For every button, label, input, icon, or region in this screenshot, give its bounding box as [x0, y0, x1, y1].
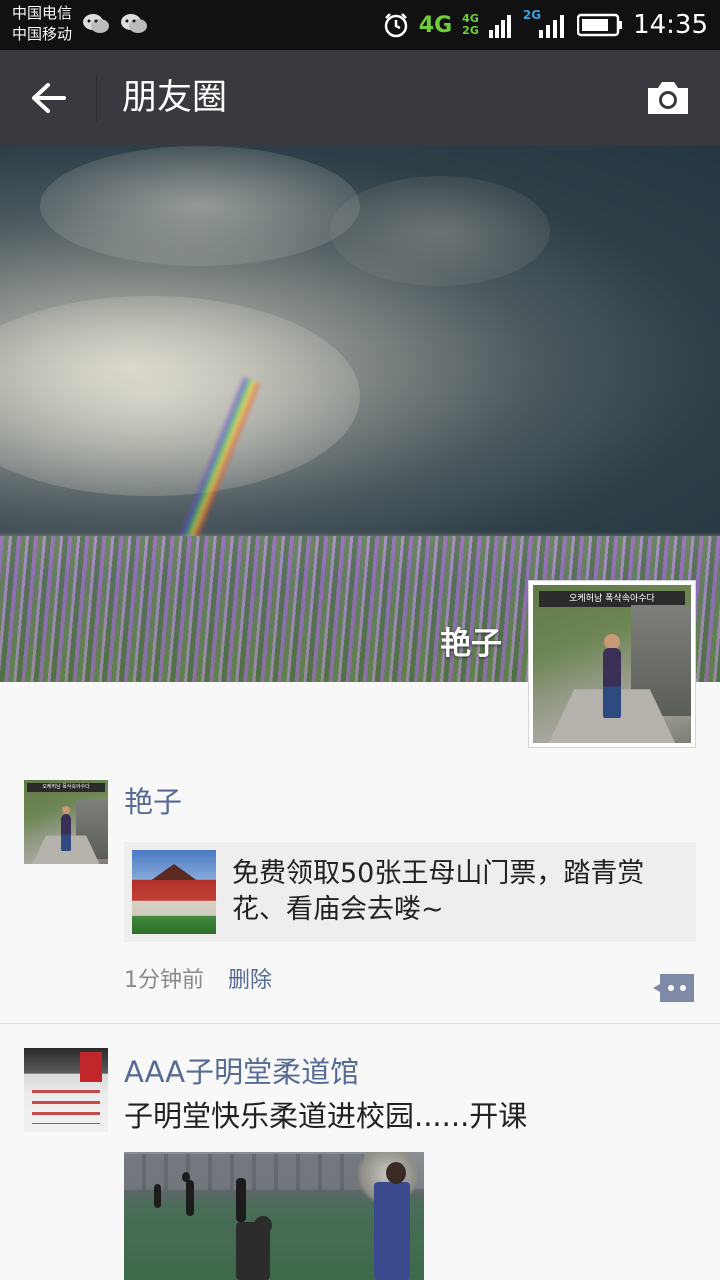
- profile-name[interactable]: 艳子: [440, 618, 502, 663]
- photo-person: [154, 1184, 161, 1208]
- photo-person-head: [182, 1172, 190, 1182]
- shared-link-card[interactable]: 免费领取50张王母山门票，踏青赏花、看庙会去喽~: [124, 842, 696, 942]
- temple-roof: [151, 864, 197, 880]
- alarm-icon: [384, 13, 408, 38]
- notification-icons: [82, 12, 148, 36]
- status-right: 4G 4G 2G 2G 14:35: [383, 6, 708, 44]
- post-photo[interactable]: [124, 1152, 424, 1280]
- carrier-2: 中国移动: [12, 25, 73, 43]
- clock: 14:35: [633, 10, 708, 40]
- photo-person-head: [254, 1216, 272, 1234]
- signal-icon: [488, 15, 511, 38]
- photo-person-head: [386, 1162, 406, 1184]
- network-dual: 4G 2G: [462, 13, 479, 37]
- post-separator: [0, 1023, 720, 1024]
- carrier-info: 中国电信 中国移动: [12, 3, 72, 45]
- avatar-person: [60, 813, 72, 851]
- avatar-text-lines: [32, 1090, 100, 1124]
- signal-icon: [539, 15, 565, 38]
- photo-person: [186, 1180, 194, 1216]
- post-text: 子明堂快乐柔道进校园......开课: [124, 1099, 528, 1133]
- carrier-1: 中国电信: [12, 4, 73, 22]
- network-2g-small: 2G: [462, 24, 479, 37]
- camera-icon: [648, 82, 688, 114]
- battery-icon: [577, 13, 623, 37]
- avatar-red-block: [80, 1052, 102, 1082]
- shared-link-thumbnail: [132, 850, 216, 934]
- back-button[interactable]: [20, 70, 76, 126]
- avatar-photo: 오케허남 폭삭속아수다: [533, 585, 691, 743]
- photo-person: [236, 1178, 246, 1222]
- wechat-icon: [121, 14, 147, 33]
- shared-link-title: 免费领取50张王母山门票，踏青赏花、看庙会去喽~: [232, 858, 645, 925]
- cloud: [40, 146, 360, 266]
- arrow-left-icon: [32, 83, 66, 113]
- post-time: 1分钟前: [124, 968, 204, 993]
- comment-bubble-icon: [653, 974, 694, 1002]
- camera-button[interactable]: [640, 74, 696, 122]
- avatar-sign: 오케허남 폭삭속아수다: [27, 783, 105, 792]
- delete-button[interactable]: 删除: [228, 966, 272, 996]
- post-author[interactable]: 艳子: [124, 784, 182, 820]
- page-title: 朋友圈: [122, 78, 228, 118]
- comment-button[interactable]: [652, 972, 696, 1004]
- title-divider: [96, 74, 97, 122]
- avatar-photo: 오케허남 폭삭속아수다: [24, 780, 108, 864]
- post-avatar[interactable]: [24, 1048, 108, 1132]
- profile-avatar[interactable]: 오케허남 폭삭속아수다: [528, 580, 696, 748]
- photo-person: [374, 1182, 410, 1280]
- title-bar: 朋友圈: [0, 50, 720, 146]
- wechat-icon: [83, 14, 109, 33]
- post-author[interactable]: AAA子明堂柔道馆: [124, 1054, 359, 1090]
- network-2g: 2G: [522, 8, 542, 22]
- network-4g: 4G: [418, 12, 453, 38]
- post-avatar[interactable]: 오케허남 폭삭속아수다: [24, 780, 108, 864]
- cloud: [330, 176, 550, 286]
- status-bar: 中国电信 中国移动 4G 4G 2G 2G 14:35: [0, 0, 720, 50]
- avatar-person: [602, 648, 622, 718]
